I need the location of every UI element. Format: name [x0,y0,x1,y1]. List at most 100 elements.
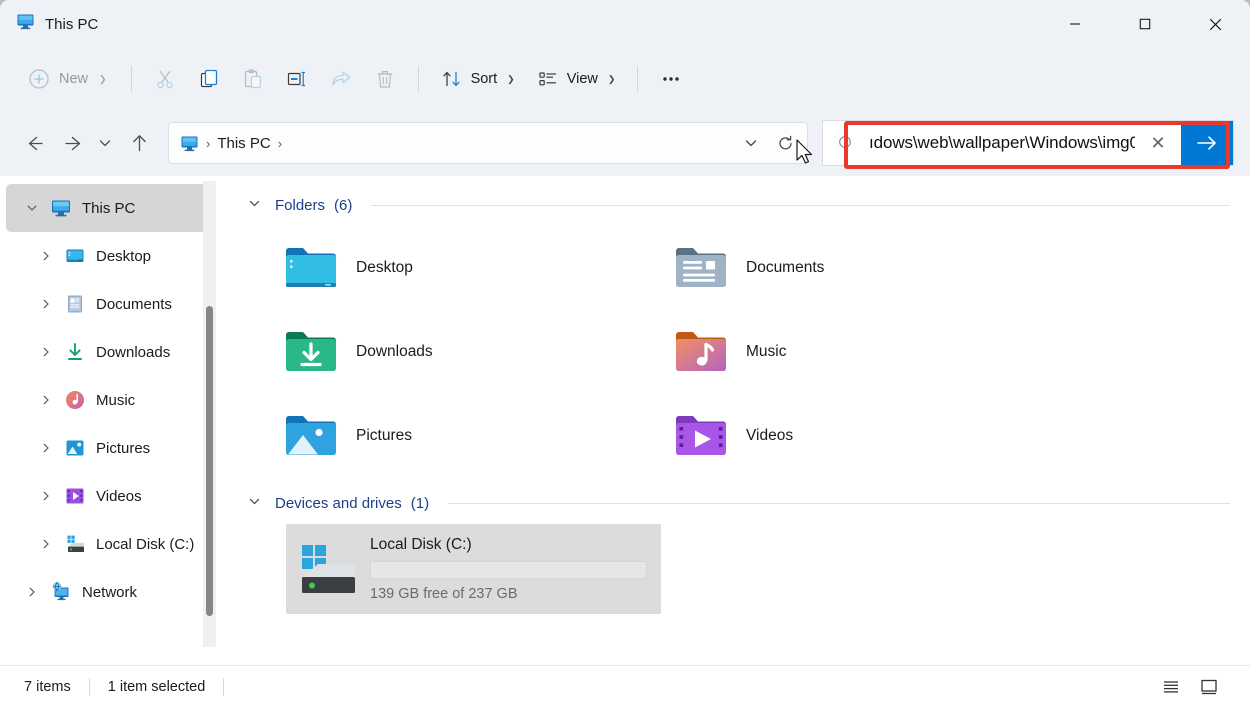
status-item-count: 7 items [24,679,71,695]
rename-button[interactable] [275,59,319,99]
address-bar[interactable]: › This PC › [168,122,808,164]
folder-item-documents[interactable]: Documents [660,226,1050,310]
chevron-down-icon: ❯ [507,74,515,85]
folder-item-pictures[interactable]: Pictures [270,394,660,478]
drive-free-space: 139 GB free of 237 GB [370,586,647,602]
chevron-down-icon[interactable] [248,495,266,511]
sidebar-item-videos[interactable]: Videos [6,472,214,520]
ellipsis-icon [660,68,682,90]
file-list-pane: Folders (6) [220,176,1250,665]
new-button[interactable]: New ❯ [18,59,120,99]
sidebar-item-network[interactable]: Network [6,568,214,616]
folder-music-icon [672,323,730,381]
group-divider [371,205,1230,206]
breadcrumb-this-pc-icon[interactable] [180,134,199,153]
breadcrumb-separator: › [201,136,215,151]
folder-pictures-icon [282,407,340,465]
close-button[interactable] [1180,0,1250,48]
folder-item-desktop[interactable]: Desktop [270,226,660,310]
sidebar-item-downloads[interactable]: Downloads [6,328,214,376]
navigation-pane: This PC Desktop [0,176,220,665]
chevron-down-icon[interactable] [18,194,46,222]
more-options-button[interactable] [649,59,693,99]
desktop-icon [64,245,86,267]
sort-button[interactable]: Sort ❯ [430,59,526,99]
sidebar-item-music[interactable]: Music [6,376,214,424]
folder-item-downloads[interactable]: Downloads [270,310,660,394]
back-button[interactable] [14,124,52,162]
folder-item-videos[interactable]: Videos [660,394,1050,478]
search-input[interactable]: ıdows\web\wallpaper\Windows\img0.jpg [869,133,1135,153]
chevron-right-icon[interactable] [32,386,60,414]
file-explorer-window: This PC New ❯ [0,0,1250,708]
refresh-button[interactable] [769,127,801,159]
drive-item-local-disk-c[interactable]: Local Disk (C:) 139 GB free of 237 GB [286,524,661,614]
drive-name: Local Disk (C:) [370,536,647,554]
paste-button[interactable] [231,59,275,99]
minimize-button[interactable] [1040,0,1110,48]
share-icon [330,68,352,90]
documents-icon [64,293,86,315]
toolbar-divider [131,66,132,92]
breadcrumb: › This PC › [180,134,735,153]
view-toggles [1154,671,1238,703]
up-button[interactable] [120,124,158,162]
this-pc-icon [16,12,35,36]
large-icons-view-icon[interactable] [1192,671,1226,703]
details-view-icon[interactable] [1154,671,1188,703]
folder-label: Videos [746,427,793,445]
sidebar-item-documents[interactable]: Documents [6,280,214,328]
chevron-right-icon[interactable] [32,290,60,318]
copy-button[interactable] [187,59,231,99]
search-box[interactable]: ıdows\web\wallpaper\Windows\img0.jpg ✕ [822,120,1234,166]
folders-group-header[interactable]: Folders (6) [220,188,1250,222]
command-toolbar: New ❯ [0,48,1250,110]
folders-grid: Desktop Documents [220,226,1250,478]
chevron-right-icon[interactable] [18,578,46,606]
chevron-down-icon[interactable] [248,197,266,213]
delete-button[interactable] [363,59,407,99]
address-dropdown-button[interactable] [735,127,767,159]
folder-label: Music [746,343,786,361]
chevron-down-icon: ❯ [99,74,107,85]
folder-label: Desktop [356,259,413,277]
search-area: ıdows\web\wallpaper\Windows\img0.jpg ✕ [822,120,1234,166]
drive-info: Local Disk (C:) 139 GB free of 237 GB [370,536,647,602]
folder-documents-icon [672,239,730,297]
sidebar-item-this-pc[interactable]: This PC [6,184,214,232]
folder-item-music[interactable]: Music [660,310,1050,394]
chevron-right-icon[interactable] [32,434,60,462]
chevron-right-icon[interactable] [32,242,60,270]
breadcrumb-item-this-pc[interactable]: This PC [217,135,270,152]
breadcrumb-separator-2[interactable]: › [273,136,287,151]
sidebar-item-pictures[interactable]: Pictures [6,424,214,472]
cut-button[interactable] [143,59,187,99]
clear-search-button[interactable]: ✕ [1135,133,1181,154]
chevron-right-icon[interactable] [32,482,60,510]
folder-label: Downloads [356,343,433,361]
group-count: (1) [411,495,429,512]
toolbar-divider-3 [637,66,638,92]
sidebar-label: Pictures [96,440,150,457]
sidebar-item-desktop[interactable]: Desktop [6,232,214,280]
sidebar-item-local-disk-c[interactable]: Local Disk (C:) [6,520,214,568]
recent-locations-button[interactable] [90,124,120,162]
paste-icon [242,68,264,90]
forward-button[interactable] [52,124,90,162]
window-controls [1040,0,1250,48]
sidebar-label: Music [96,392,135,409]
sidebar-scrollbar-thumb[interactable] [206,306,213,616]
chevron-right-icon[interactable] [32,338,60,366]
view-button[interactable]: View ❯ [526,59,627,99]
status-divider [89,678,90,696]
search-go-button[interactable] [1181,121,1233,165]
devices-group-header[interactable]: Devices and drives (1) [220,486,1250,520]
toolbar-divider-2 [418,66,419,92]
sidebar-scrollbar[interactable] [203,181,216,647]
maximize-button[interactable] [1110,0,1180,48]
chevron-right-icon[interactable] [32,530,60,558]
drive-icon [64,533,86,555]
sidebar-label: Documents [96,296,172,313]
share-button[interactable] [319,59,363,99]
plus-circle-icon [28,68,50,90]
